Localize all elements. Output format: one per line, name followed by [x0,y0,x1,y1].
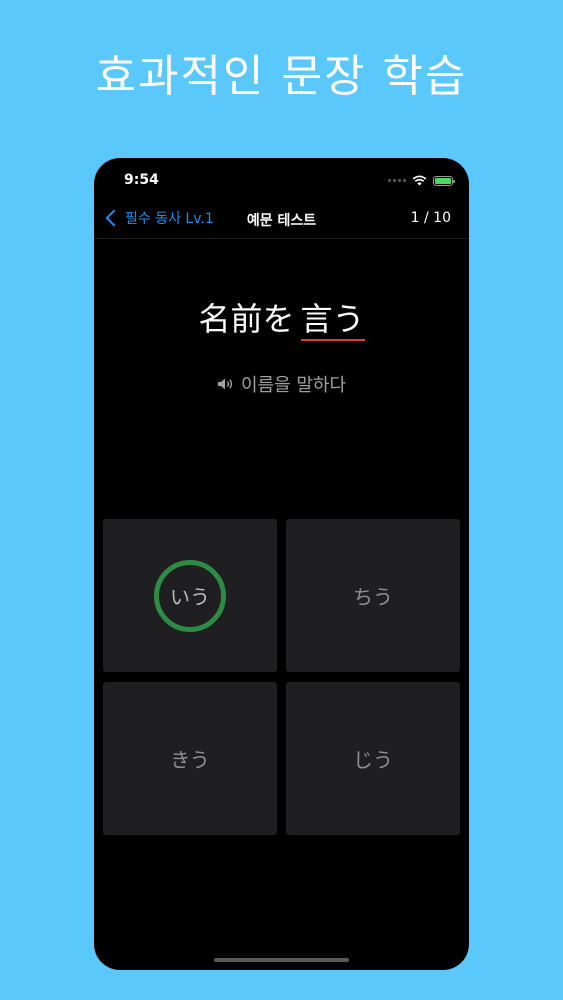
choice-label: きう [170,748,210,772]
translation-row[interactable]: 이름을 말하다 [94,371,469,397]
question-sentence: 名前を 言う [94,294,469,341]
signal-icon [388,179,406,182]
home-indicator[interactable] [214,958,349,962]
choice-label: じう [353,748,393,772]
back-button-label: 필수 동사 Lv.1 [125,211,214,227]
speaker-icon[interactable] [217,377,235,391]
answer-choices: いう ちう きう じう [103,519,460,835]
chevron-left-icon [105,209,123,227]
question-prefix: 名前を [198,300,295,338]
status-time: 9:54 [124,172,159,188]
wifi-icon [412,175,427,186]
phone-screen: 9:54 필수 동사 Lv.1 예문 테스트 1 / 10 名前を 言う 이름을… [94,158,469,970]
question-counter: 1 / 10 [410,210,451,226]
choice-button-1[interactable]: いう [103,519,277,672]
choice-button-3[interactable]: きう [103,682,277,835]
back-button[interactable]: 필수 동사 Lv.1 [104,208,214,228]
choice-label: ちう [353,585,393,609]
status-bar: 9:54 [94,158,469,202]
choice-button-4[interactable]: じう [286,682,460,835]
navigation-bar: 필수 동사 Lv.1 예문 테스트 1 / 10 [94,202,469,239]
question-target-word: 言う [300,300,365,341]
choice-button-2[interactable]: ちう [286,519,460,672]
choice-label: いう [170,585,210,609]
status-icons [388,175,455,186]
promo-title: 효과적인 문장 학습 [95,51,468,102]
battery-icon [433,175,455,186]
translation-text: 이름을 말하다 [240,375,347,396]
